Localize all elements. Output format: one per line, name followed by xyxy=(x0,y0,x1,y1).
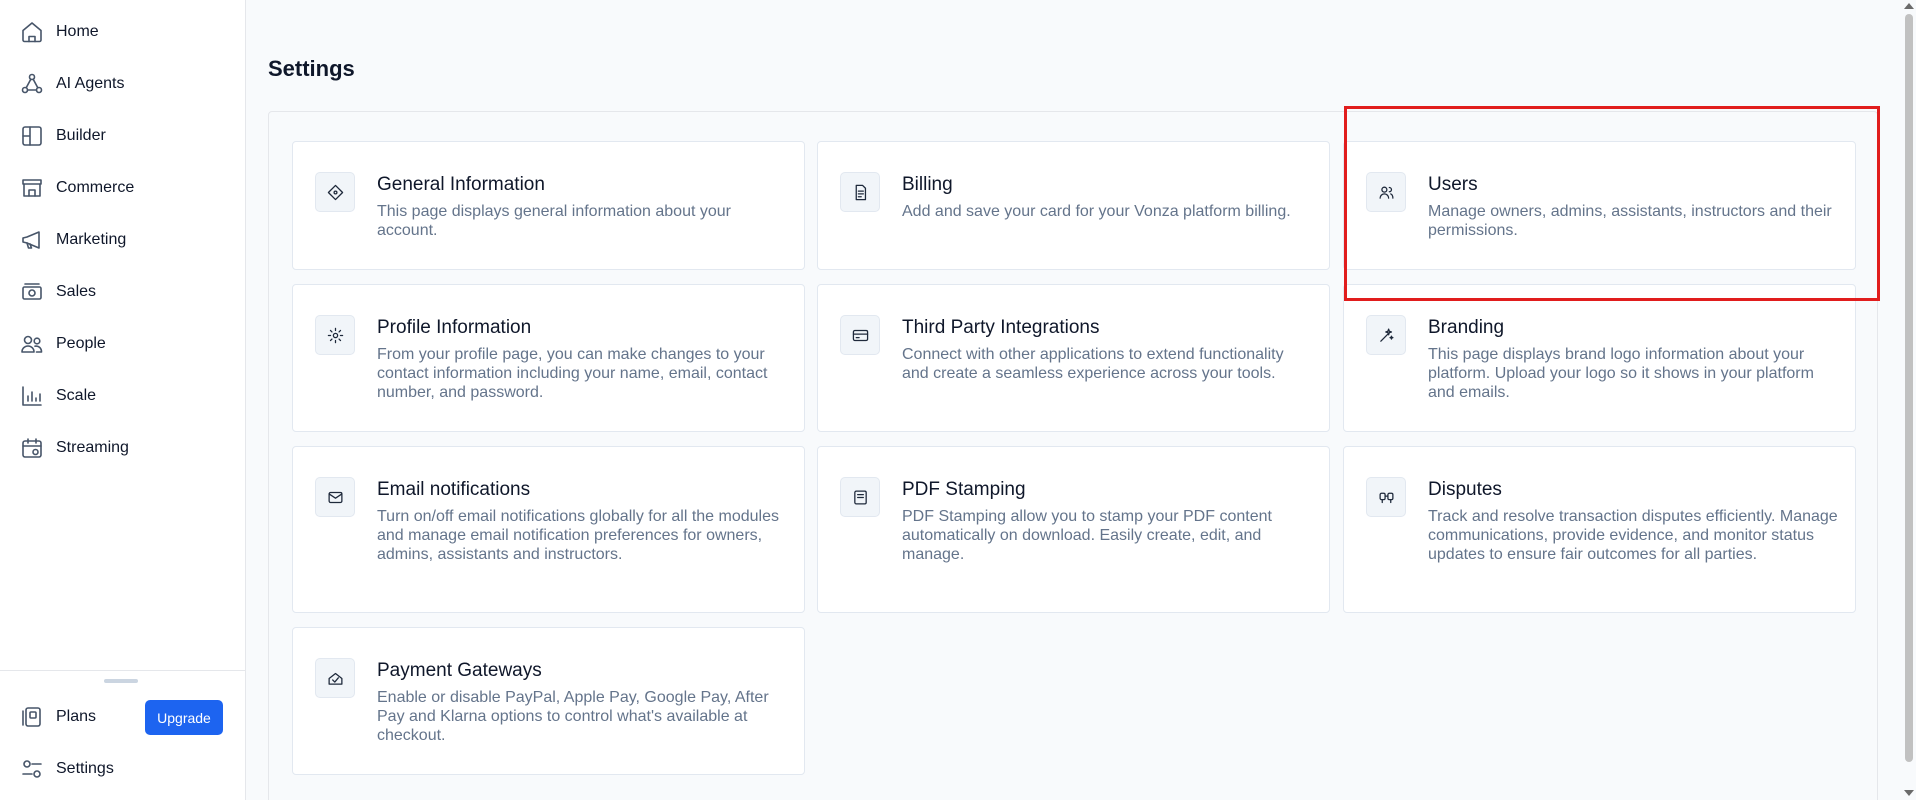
card-email-notifications[interactable]: Email notifications Turn on/off email no… xyxy=(292,446,805,613)
sidebar-item-label: Plans xyxy=(56,708,97,725)
drag-handle[interactable] xyxy=(104,679,138,683)
scroll-down-arrow-icon[interactable] xyxy=(1904,790,1914,796)
sales-icon xyxy=(19,279,45,305)
card-title: Email notifications xyxy=(377,479,531,500)
megaphone-icon xyxy=(19,227,45,253)
profile-icon xyxy=(315,315,355,355)
home-icon xyxy=(19,19,45,45)
billing-icon xyxy=(840,172,880,212)
sidebar-item-label: Commerce xyxy=(56,179,135,196)
users-icon xyxy=(1366,172,1406,212)
card-billing[interactable]: Billing Add and save your card for your … xyxy=(817,141,1330,270)
payment-gateways-icon xyxy=(315,658,355,698)
email-icon xyxy=(315,477,355,517)
sidebar-item-label: Streaming xyxy=(56,439,129,456)
card-title: Payment Gateways xyxy=(377,660,542,681)
sidebar-item-streaming[interactable]: Streaming xyxy=(0,428,246,468)
upgrade-button[interactable]: Upgrade xyxy=(145,700,223,735)
card-disputes[interactable]: Disputes Track and resolve transaction d… xyxy=(1343,446,1856,613)
page-title: Settings xyxy=(268,56,355,81)
branding-icon xyxy=(1366,315,1406,355)
sidebar-item-builder[interactable]: Builder xyxy=(0,116,246,156)
sidebar-item-scale[interactable]: Scale xyxy=(0,376,246,416)
card-description: This page displays general information a… xyxy=(377,203,731,239)
scrollbar[interactable] xyxy=(1901,0,1916,800)
sidebar-item-label: Scale xyxy=(56,387,97,404)
plans-icon xyxy=(19,704,45,730)
sidebar-item-people[interactable]: People xyxy=(0,324,246,364)
sidebar-bottom: Plans Upgrade Settings xyxy=(0,670,246,800)
builder-icon xyxy=(19,123,45,149)
card-general-information[interactable]: General Information This page displays g… xyxy=(292,141,805,270)
disputes-icon xyxy=(1366,477,1406,517)
card-title: Branding xyxy=(1428,317,1505,338)
card-description: From your profile page, you can make cha… xyxy=(377,346,768,401)
card-description: Manage owners, admins, assistants, instr… xyxy=(1428,203,1832,239)
sidebar-item-ai-agents[interactable]: AI Agents xyxy=(0,64,246,104)
sidebar-item-home[interactable]: Home xyxy=(0,12,246,52)
calendar-icon xyxy=(19,435,45,461)
general-info-icon xyxy=(315,172,355,212)
sidebar-item-label: AI Agents xyxy=(56,75,125,92)
people-icon xyxy=(19,331,45,357)
sidebar: Home AI Agents Builder Commerce Marketin… xyxy=(0,0,246,800)
card-users[interactable]: Users Manage owners, admins, assistants,… xyxy=(1343,141,1856,270)
card-description: Enable or disable PayPal, Apple Pay, Goo… xyxy=(377,689,769,744)
pdf-stamp-icon xyxy=(840,477,880,517)
card-description: PDF Stamping allow you to stamp your PDF… xyxy=(902,508,1272,563)
card-description: Add and save your card for your Vonza pl… xyxy=(902,203,1291,220)
integrations-icon xyxy=(840,315,880,355)
card-title: PDF Stamping xyxy=(902,479,1026,500)
sidebar-item-commerce[interactable]: Commerce xyxy=(0,168,246,208)
sidebar-item-settings[interactable]: Settings xyxy=(0,749,246,789)
card-title: Third Party Integrations xyxy=(902,317,1100,338)
card-description: Turn on/off email notifications globally… xyxy=(377,508,779,563)
card-pdf-stamping[interactable]: PDF Stamping PDF Stamping allow you to s… xyxy=(817,446,1330,613)
scroll-up-arrow-icon[interactable] xyxy=(1904,3,1914,9)
sliders-icon xyxy=(19,756,45,782)
commerce-icon xyxy=(19,175,45,201)
card-payment-gateways[interactable]: Payment Gateways Enable or disable PayPa… xyxy=(292,627,805,775)
card-description: Track and resolve transaction disputes e… xyxy=(1428,508,1838,563)
scroll-thumb[interactable] xyxy=(1905,14,1913,762)
card-profile-information[interactable]: Profile Information From your profile pa… xyxy=(292,284,805,432)
card-description: Connect with other applications to exten… xyxy=(902,346,1284,382)
sidebar-item-label: Sales xyxy=(56,283,97,300)
bar-chart-icon xyxy=(19,383,45,409)
card-title: Users xyxy=(1428,174,1478,195)
card-branding[interactable]: Branding This page displays brand logo i… xyxy=(1343,284,1856,432)
card-title: Billing xyxy=(902,174,953,195)
sidebar-item-marketing[interactable]: Marketing xyxy=(0,220,246,260)
card-title: Profile Information xyxy=(377,317,532,338)
card-third-party-integrations[interactable]: Third Party Integrations Connect with ot… xyxy=(817,284,1330,432)
card-description: This page displays brand logo informatio… xyxy=(1428,346,1814,401)
sidebar-item-label: People xyxy=(56,335,106,352)
sidebar-item-label: Home xyxy=(56,23,99,40)
sidebar-item-sales[interactable]: Sales xyxy=(0,272,246,312)
sidebar-item-label: Settings xyxy=(56,760,114,777)
sidebar-item-label: Marketing xyxy=(56,231,127,248)
ai-agents-icon xyxy=(19,71,45,97)
card-title: Disputes xyxy=(1428,479,1502,500)
sidebar-item-plans[interactable]: Plans xyxy=(0,697,140,737)
card-title: General Information xyxy=(377,174,545,195)
sidebar-item-label: Builder xyxy=(56,127,106,144)
